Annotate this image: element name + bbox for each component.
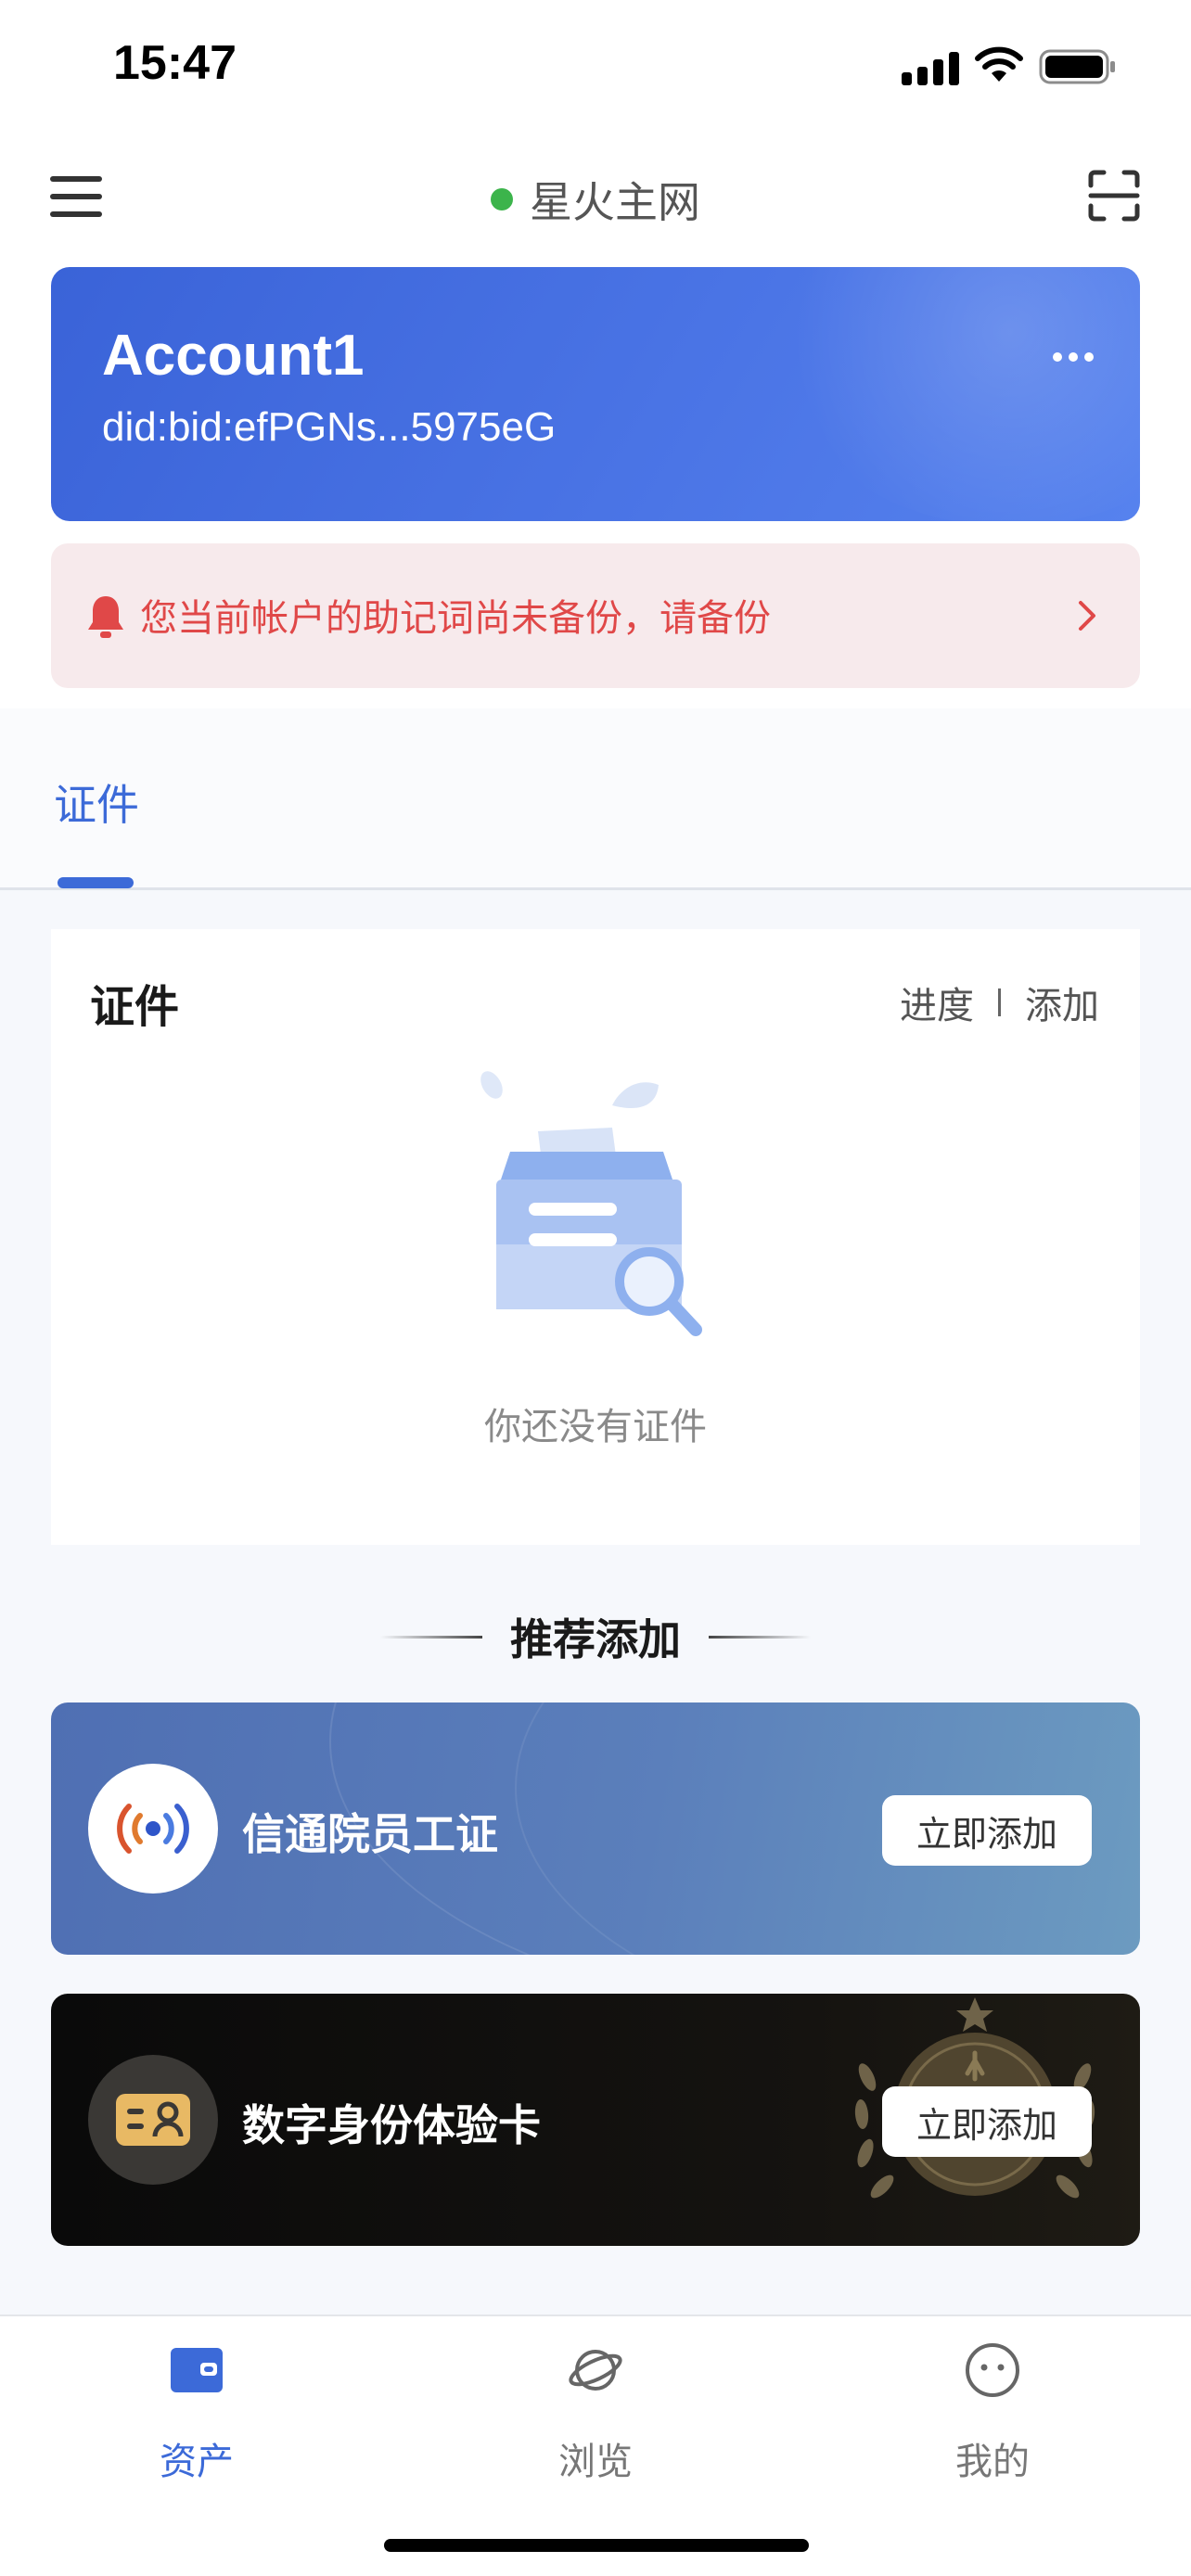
add-now-button[interactable]: 立即添加	[882, 2086, 1092, 2157]
home-indicator[interactable]	[384, 2539, 809, 2552]
recommend-card-digital-id[interactable]: 数字身份体验卡 立即添加	[51, 1994, 1140, 2246]
wallet-icon	[171, 2348, 223, 2392]
tab-active-indicator	[58, 877, 134, 888]
bell-icon	[88, 596, 123, 638]
app-header: 星火主网	[0, 139, 1191, 260]
add-now-button[interactable]: 立即添加	[882, 1795, 1092, 1866]
recommend-heading: 推荐添加	[0, 1604, 1191, 1669]
promo-card-name: 信通院员工证	[242, 1809, 498, 1859]
heading-line-right	[709, 1635, 811, 1639]
empty-state-text: 你还没有证件	[484, 1406, 707, 1448]
tab-certificates[interactable]: 证件	[54, 772, 139, 833]
nav-item-profile[interactable]: 我的	[900, 2342, 1085, 2483]
nav-item-assets[interactable]: 资产	[104, 2342, 289, 2483]
status-time: 15:47	[113, 36, 237, 90]
recommend-title: 推荐添加	[510, 1614, 681, 1664]
panel-actions: 进度 添加	[900, 976, 1099, 1029]
nav-label-browse: 浏览	[558, 2441, 633, 2483]
backup-notice[interactable]: 您当前帐户的助记词尚未备份，请备份	[51, 543, 1140, 688]
battery-icon	[1039, 49, 1115, 84]
bottom-nav: 资产 浏览 我的	[0, 2315, 1191, 2576]
progress-link[interactable]: 进度	[900, 976, 974, 1029]
nav-label-assets: 资产	[160, 2441, 234, 2483]
actions-separator	[998, 988, 1001, 1016]
caict-logo-icon	[88, 1764, 218, 1894]
nav-item-browse[interactable]: 浏览	[503, 2342, 688, 2483]
nav-label-profile: 我的	[955, 2441, 1030, 2483]
promo-card-name: 数字身份体验卡	[242, 2100, 541, 2150]
chevron-right-icon	[1079, 601, 1095, 631]
network-name: 星火主网	[530, 177, 700, 227]
id-card-logo-icon	[88, 2055, 218, 2185]
tabs-bar: 证件	[0, 708, 1191, 890]
smiley-icon	[966, 2343, 1019, 2397]
add-link[interactable]: 添加	[1025, 976, 1099, 1029]
scan-icon[interactable]	[1087, 169, 1141, 223]
heading-line-left	[380, 1635, 482, 1639]
status-bar: 15:47	[0, 0, 1191, 139]
panel-title: 证件	[90, 981, 180, 1033]
certificates-panel: 证件 进度 添加 你还没有证件	[51, 929, 1140, 1545]
more-options-icon[interactable]	[1053, 352, 1094, 363]
wifi-icon	[975, 46, 1023, 82]
cellular-signal-icon	[902, 50, 959, 85]
recommend-card-caict[interactable]: 信通院员工证 立即添加	[51, 1702, 1140, 1955]
empty-box-illustration	[480, 1071, 702, 1336]
network-status-dot	[491, 188, 513, 210]
backup-notice-text: 您当前帐户的助记词尚未备份，请备份	[140, 597, 771, 640]
account-did[interactable]: did:bid:efPGNs...5975eG	[102, 404, 556, 451]
account-card[interactable]: Account1 did:bid:efPGNs...5975eG	[51, 267, 1140, 521]
planet-icon	[569, 2350, 622, 2391]
account-name: Account1	[102, 324, 365, 388]
network-selector[interactable]: 星火主网	[0, 167, 1191, 232]
